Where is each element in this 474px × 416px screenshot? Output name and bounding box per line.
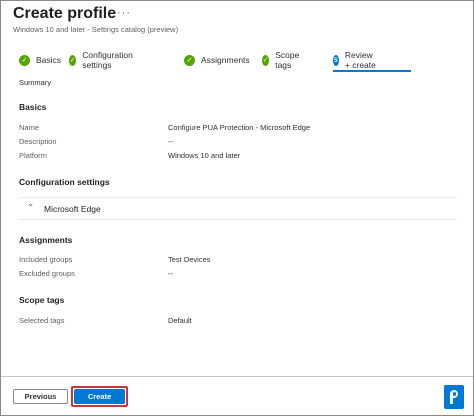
tab-configuration-settings[interactable]: ✓ Configuration settings (69, 50, 137, 70)
tab-label: Scope tags (275, 50, 300, 70)
check-circle-icon: ✓ (19, 54, 30, 66)
page-title: Create profile (13, 5, 117, 22)
logo-icon (444, 385, 464, 409)
previous-button[interactable]: Previous (13, 389, 68, 404)
platform-value: Windows 10 and later (168, 151, 241, 160)
included-groups-value: Test Devices (168, 255, 211, 264)
check-circle-icon: ✓ (262, 54, 270, 66)
basics-heading: Basics (19, 102, 47, 112)
selected-tags-label: Selected tags (19, 316, 65, 325)
configuration-settings-heading: Configuration settings (19, 177, 110, 187)
name-label: Name (19, 123, 40, 132)
create-profile-panel: Create profile ··· Windows 10 and later … (0, 0, 474, 416)
selected-tags-value: Default (168, 316, 192, 325)
summary-label: Summary (19, 78, 52, 87)
page-subtitle: Windows 10 and later - Settings catalog … (13, 25, 179, 34)
microsoft-edge-accordion[interactable]: › Microsoft Edge (19, 197, 457, 220)
platform-label: Platform (19, 151, 47, 160)
active-tab-indicator (333, 70, 411, 72)
description-label: Description (19, 137, 57, 146)
check-circle-icon: ✓ (184, 54, 195, 66)
tab-scope-tags[interactable]: ✓ Scope tags (262, 50, 303, 70)
description-value: -- (168, 137, 173, 146)
check-circle-icon: ✓ (69, 54, 77, 66)
tab-label: Configuration settings (82, 50, 133, 70)
included-groups-label: Included groups (19, 255, 73, 264)
name-value: Configure PUA Protection - Microsoft Edg… (168, 123, 311, 132)
chevron-right-icon: › (26, 203, 36, 207)
tab-label: Review + create (344, 50, 376, 70)
excluded-groups-value: -- (168, 269, 173, 278)
create-button[interactable]: Create (74, 389, 125, 404)
scope-tags-heading: Scope tags (19, 295, 65, 305)
tab-assignments[interactable]: ✓ Assignments (184, 51, 250, 69)
accordion-label: Microsoft Edge (44, 203, 101, 214)
excluded-groups-label: Excluded groups (19, 269, 75, 278)
more-options-icon[interactable]: ··· (117, 7, 131, 19)
tab-basics[interactable]: ✓ Basics (19, 51, 61, 69)
step-number-icon: 5 (333, 54, 339, 66)
tab-label: Assignments (201, 55, 250, 65)
tab-review-create[interactable]: 5 Review + create (333, 50, 378, 70)
assignments-heading: Assignments (19, 235, 73, 245)
tab-label: Basics (36, 55, 62, 65)
